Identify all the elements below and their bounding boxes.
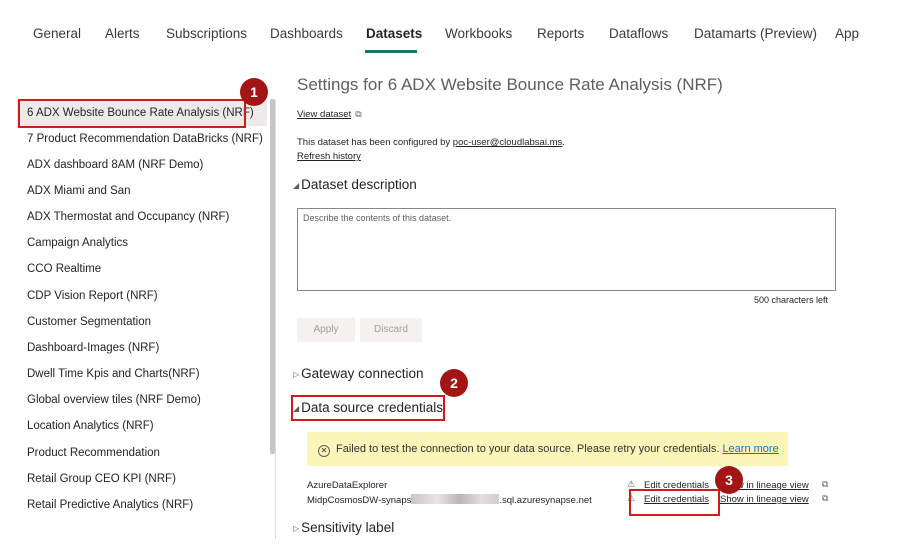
sidebar-item-cdp-vision-report[interactable]: CDP Vision Report (NRF) [17,283,267,309]
tab-general[interactable]: General [33,26,81,41]
configured-suffix: . [562,137,565,148]
tab-subscriptions[interactable]: Subscriptions [166,26,247,41]
sidebar-item-location-analytics[interactable]: Location Analytics (NRF) [17,413,267,439]
page-title: Settings for 6 ADX Website Bounce Rate A… [297,75,723,94]
sidebar-item-adx-dashboard-8am[interactable]: ADX dashboard 8AM (NRF Demo) [17,152,267,178]
refresh-history-row: Refresh history [297,151,361,162]
annotation-badge-2: 2 [440,369,468,397]
sidebar-item-global-overview-tiles[interactable]: Global overview tiles (NRF Demo) [17,387,267,413]
refresh-history-link[interactable]: Refresh history [297,151,361,162]
settings-tabs: General Alerts Subscriptions Dashboards … [0,0,898,60]
sensitivity-label-label: Sensitivity label [301,520,395,535]
redacted-server-name [411,494,500,504]
external-link-icon: ⧉ [822,479,829,489]
dataset-description-heading[interactable]: ◢ Dataset description [293,177,417,192]
view-dataset-link[interactable]: View dataset [297,109,351,120]
characters-left-count: 500 characters left [754,295,829,305]
sidebar-item-adx-thermostat[interactable]: ADX Thermostat and Occupancy (NRF) [17,204,267,230]
active-tab-indicator [365,50,417,53]
warning-message: Failed to test the connection to your da… [336,443,720,455]
sidebar-divider [275,99,276,539]
sidebar-item-retail-predictive-analytics[interactable]: Retail Predictive Analytics (NRF) [17,492,267,518]
dataset-list: 6 ADX Website Bounce Rate Analysis (NRF)… [17,99,275,539]
show-in-lineage-view-link[interactable]: Show in lineage view [720,494,809,505]
expand-triangle-icon: ▷ [293,523,300,533]
sidebar-item-product-recommendation[interactable]: Product Recommendation [17,440,267,466]
collapse-triangle-icon: ◢ [293,180,300,190]
data-source-name-suffix: .sql.azuresynapse.net [499,495,592,506]
gateway-connection-label: Gateway connection [301,366,424,381]
annotation-badge-3: 3 [715,466,743,494]
tab-reports[interactable]: Reports [537,26,584,41]
sidebar-item-adx-miami-and-san[interactable]: ADX Miami and San [17,178,267,204]
learn-more-link[interactable]: Learn more [722,443,778,455]
apply-button[interactable]: Apply [297,318,355,342]
sidebar-item-campaign-analytics[interactable]: Campaign Analytics [17,230,267,256]
sensitivity-label-heading[interactable]: ▷ Sensitivity label [293,520,394,535]
sidebar-item-customer-segmentation[interactable]: Customer Segmentation [17,309,267,335]
view-dataset-row: View dataset ⧉ [297,109,362,120]
tab-dataflows[interactable]: Dataflows [609,26,668,41]
sidebar-item-dwell-time-kpis[interactable]: Dwell Time Kpis and Charts(NRF) [17,361,267,387]
sidebar-item-7-product-recommendation[interactable]: 7 Product Recommendation DataBricks (NRF… [17,126,267,152]
sidebar-item-dashboard-images[interactable]: Dashboard-Images (NRF) [17,335,267,361]
annotation-highlight-1 [18,99,246,128]
expand-triangle-icon: ▷ [293,369,300,379]
configured-by-text: This dataset has been configured by poc-… [297,137,565,148]
tab-alerts[interactable]: Alerts [105,26,140,41]
external-link-icon: ⧉ [355,109,362,119]
sidebar-item-cco-realtime[interactable]: CCO Realtime [17,256,267,282]
sidebar-item-retail-group-ceo-kpi[interactable]: Retail Group CEO KPI (NRF) [17,466,267,492]
external-link-icon: ⧉ [822,493,829,503]
data-source-name-prefix: MidpCosmosDW-synaps [307,495,412,506]
dataset-description-label: Dataset description [301,177,417,192]
annotation-highlight-3 [629,489,720,516]
annotation-highlight-2 [291,395,445,421]
tab-app[interactable]: App [835,26,859,41]
data-source-name: AzureDataExplorer [307,480,388,491]
gateway-connection-heading[interactable]: ▷ Gateway connection [293,366,423,381]
data-source-name: MidpCosmosDW-synaps .sql.azuresynapse.net [307,494,592,506]
configured-user-link[interactable]: poc-user@cloudlabsai.ms [453,137,562,148]
configured-prefix: This dataset has been configured by [297,137,453,148]
discard-button[interactable]: Discard [360,318,422,342]
tab-datamarts[interactable]: Datamarts (Preview) [694,26,817,41]
tab-workbooks[interactable]: Workbooks [445,26,512,41]
error-circle-icon: ✕ [318,445,330,457]
tab-dashboards[interactable]: Dashboards [270,26,343,41]
tab-datasets[interactable]: Datasets [366,26,422,41]
annotation-badge-1: 1 [240,78,268,106]
dataset-description-textarea[interactable]: Describe the contents of this dataset. [297,208,836,291]
connection-warning-banner: ✕ Failed to test the connection to your d… [307,432,788,466]
